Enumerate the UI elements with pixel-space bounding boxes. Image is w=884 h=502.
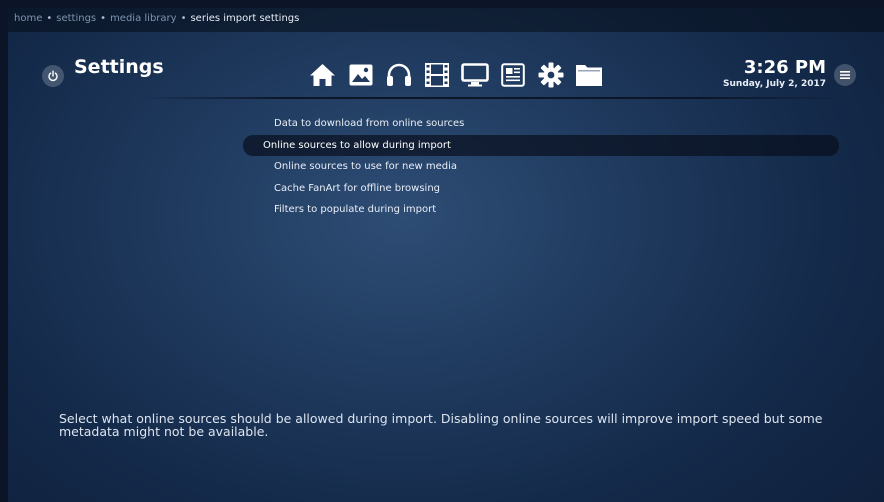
main-menu-icons	[307, 61, 627, 89]
breadcrumb-settings[interactable]: settings	[56, 13, 96, 24]
settings-list: Data to download from online sources Onl…	[243, 113, 839, 221]
breadcrumb-bar: home • settings • media library • series impor…	[8, 8, 884, 32]
header-divider	[138, 97, 846, 99]
screen: home • settings • media library • series impor…	[8, 8, 884, 502]
clock: 3:26 PM Sunday, July 2, 2017	[723, 58, 826, 90]
nav-pictures[interactable]	[345, 61, 376, 89]
nav-settings[interactable]	[535, 61, 566, 89]
news-icon	[500, 63, 525, 87]
setting-online-sources-new-media[interactable]: Online sources to use for new media	[243, 156, 839, 178]
breadcrumb-separator: •	[46, 13, 53, 24]
power-icon	[48, 70, 58, 82]
clock-time: 3:26 PM	[743, 57, 826, 78]
breadcrumb-current: series import settings	[190, 13, 300, 24]
videos-icon	[424, 63, 449, 87]
nav-news[interactable]	[497, 61, 528, 89]
tv-icon	[460, 63, 489, 87]
breadcrumb-separator: •	[100, 13, 107, 24]
breadcrumb-home[interactable]: home	[14, 13, 42, 24]
nav-files[interactable]	[573, 61, 604, 89]
setting-online-sources-allow[interactable]: Online sources to allow during import	[243, 134, 839, 156]
power-button[interactable]	[42, 65, 64, 87]
home-icon	[310, 64, 335, 86]
setting-description: Select what online sources should be all…	[59, 411, 823, 439]
hamburger-menu-icon	[840, 71, 850, 79]
page-title: Settings	[74, 56, 164, 78]
setting-cache-fanart[interactable]: Cache FanArt for offline browsing	[243, 178, 839, 200]
setting-data-to-download[interactable]: Data to download from online sources	[243, 113, 839, 135]
setting-filters-populate[interactable]: Filters to populate during import	[243, 199, 839, 221]
menu-button[interactable]	[834, 64, 856, 86]
music-icon	[386, 63, 411, 86]
clock-date: Sunday, July 2, 2017	[723, 79, 826, 89]
settings-gear-icon	[538, 62, 563, 88]
nav-music[interactable]	[383, 61, 414, 89]
folder-icon	[575, 65, 602, 86]
nav-home[interactable]	[307, 61, 338, 89]
nav-videos[interactable]	[421, 61, 452, 89]
breadcrumb-separator: •	[180, 13, 187, 24]
breadcrumb: home • settings • media library • series impor…	[14, 13, 299, 24]
breadcrumb-media-library[interactable]: media library	[110, 13, 177, 24]
nav-tv[interactable]	[459, 61, 490, 89]
pictures-icon	[349, 64, 372, 86]
